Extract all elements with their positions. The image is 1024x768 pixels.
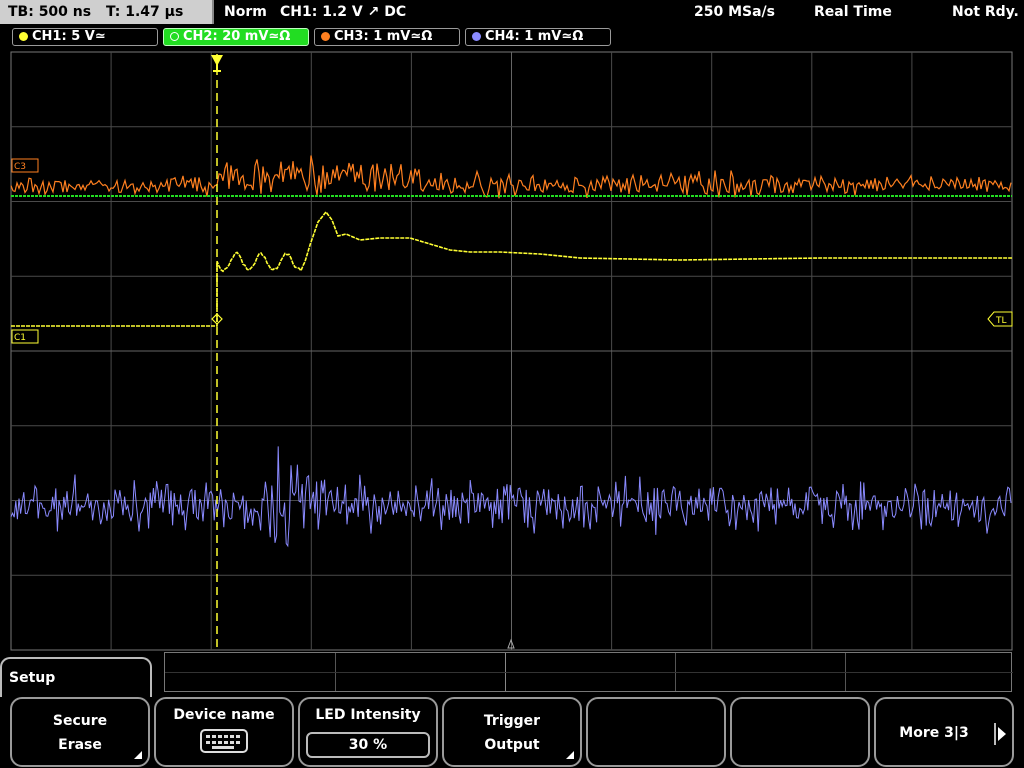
secure-erase-label-1: Secure bbox=[52, 713, 108, 729]
trigger-time-value: T: 1.47 µs bbox=[105, 4, 184, 20]
trigger-output-button[interactable]: Trigger Output bbox=[442, 697, 582, 767]
submenu-corner-icon bbox=[566, 751, 574, 759]
graticule bbox=[10, 51, 1013, 651]
channel-tab-ch3[interactable]: CH3: 1 mV≃Ω bbox=[314, 28, 460, 46]
channel-tab-ch4[interactable]: CH4: 1 mV≃Ω bbox=[465, 28, 611, 46]
device-name-button[interactable]: Device name bbox=[154, 697, 294, 767]
led-intensity-button[interactable]: LED Intensity 30 % bbox=[298, 697, 438, 767]
trigger-position-icon bbox=[211, 55, 223, 72]
trigger-level-marker: TL bbox=[987, 311, 1013, 327]
more-label: More 3|3 bbox=[899, 725, 969, 741]
led-intensity-value: 30 % bbox=[306, 732, 430, 758]
secure-erase-label-2: Erase bbox=[58, 737, 102, 753]
empty-softkey-6[interactable] bbox=[730, 697, 870, 767]
ch1-ground-marker: C1 bbox=[11, 329, 39, 344]
trigger-output-label-1: Trigger bbox=[483, 713, 541, 729]
status-bar: TB: 500 ns T: 1.47 µs Norm CH1: 1.2 V ↗ … bbox=[0, 0, 1024, 24]
more-separator bbox=[994, 723, 996, 745]
ch4-label: CH4: 1 mV≃Ω bbox=[485, 29, 584, 44]
acquisition-mode: Real Time bbox=[814, 4, 892, 20]
trigger-level-label: TL bbox=[995, 316, 1007, 326]
ch1-label: CH1: 5 V≃ bbox=[32, 29, 106, 44]
secure-erase-button[interactable]: Secure Erase bbox=[10, 697, 150, 767]
keyboard-icon bbox=[200, 729, 248, 753]
empty-softkey-5[interactable] bbox=[586, 697, 726, 767]
sample-rate: 250 MSa/s bbox=[694, 4, 776, 20]
timebase-box[interactable]: TB: 500 ns T: 1.47 µs bbox=[0, 0, 214, 24]
submenu-corner-icon bbox=[134, 751, 142, 759]
menu-title: Setup bbox=[0, 657, 152, 697]
timebase-value: TB: 500 ns bbox=[8, 4, 92, 20]
ch4-color-icon bbox=[472, 32, 481, 41]
ch3-ground-marker: C3 bbox=[11, 158, 39, 173]
device-name-label: Device name bbox=[173, 707, 275, 723]
channel-tab-ch1[interactable]: CH1: 5 V≃ bbox=[12, 28, 158, 46]
ch2-color-icon bbox=[170, 32, 179, 41]
ch1-color-icon bbox=[19, 32, 28, 41]
ch3-marker-label: C3 bbox=[14, 162, 26, 172]
trigger-mode[interactable]: Norm bbox=[224, 0, 267, 24]
trigger-info[interactable]: CH1: 1.2 V ↗ DC bbox=[280, 0, 406, 24]
next-page-icon bbox=[998, 727, 1006, 741]
softkey-info-strip bbox=[164, 652, 1013, 692]
trigger-output-label-2: Output bbox=[484, 737, 540, 753]
more-button[interactable]: More 3|3 bbox=[874, 697, 1014, 767]
led-intensity-label: LED Intensity bbox=[315, 707, 421, 723]
acquisition-state: Not Rdy. bbox=[952, 4, 1019, 20]
ch1-marker-label: C1 bbox=[14, 333, 26, 343]
channel-tab-ch2[interactable]: CH2: 20 mV≃Ω bbox=[163, 28, 309, 46]
ch2-label: CH2: 20 mV≃Ω bbox=[183, 29, 291, 44]
ch3-color-icon bbox=[321, 32, 330, 41]
ch3-label: CH3: 1 mV≃Ω bbox=[334, 29, 433, 44]
